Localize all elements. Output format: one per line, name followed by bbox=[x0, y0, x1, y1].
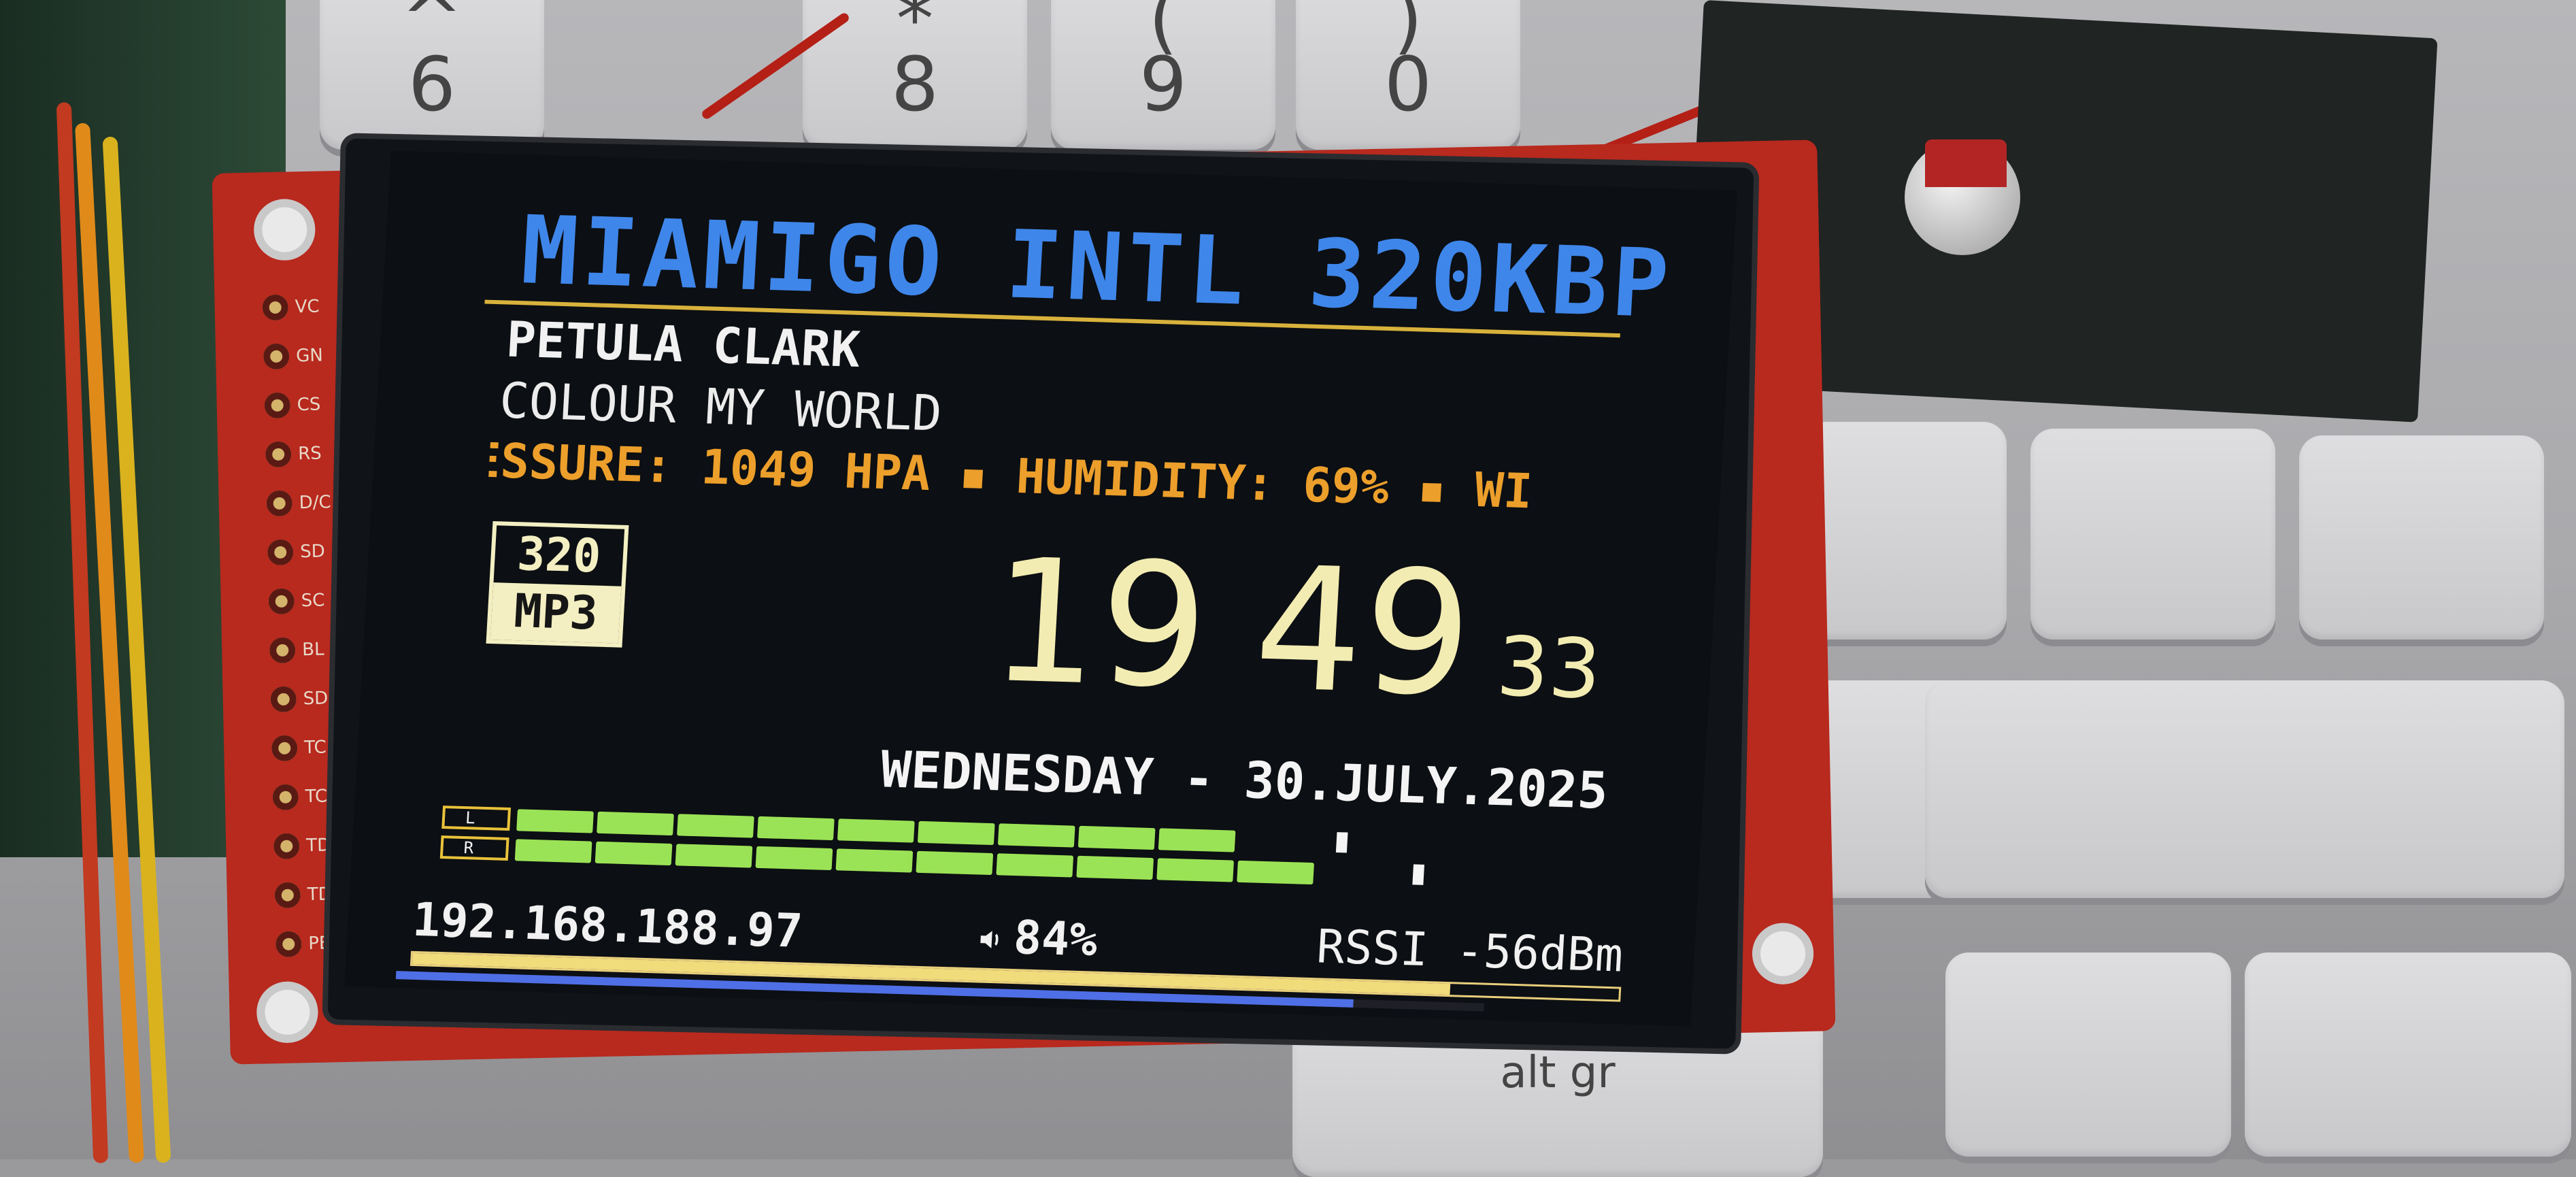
header-pin-label: RS bbox=[297, 443, 322, 465]
artist-name: PETULA CLARK bbox=[505, 310, 862, 378]
vu-segment bbox=[1237, 860, 1314, 885]
vu-segment bbox=[996, 853, 1074, 878]
header-pin-label: VC bbox=[295, 296, 320, 318]
clock-hours: 19 bbox=[986, 522, 1214, 727]
header-pin bbox=[269, 637, 296, 664]
weather-ticker: PRESSURE: 1049 HPA ▪ HUMIDITY: 69% ▪ WI bbox=[487, 433, 1606, 534]
header-pin-label: SC bbox=[301, 590, 325, 612]
key-enter bbox=[1925, 680, 2564, 898]
date-line: WEDNESDAY - 30.JULY.2025 bbox=[879, 740, 1610, 820]
vu-segment bbox=[675, 844, 753, 868]
key-6-label: ^ 6 bbox=[400, 0, 464, 128]
song-title: COLOUR MY WORLD bbox=[498, 371, 943, 442]
mount-hole-bottom-right bbox=[1752, 922, 1814, 985]
vu-segment bbox=[916, 850, 994, 876]
tft-screen: MIAMIGO INTL 320KBP PETULA CLARK COLOUR … bbox=[344, 150, 1737, 1027]
key-alt-gr-label: alt gr bbox=[1500, 1048, 1616, 1098]
vu-segment bbox=[677, 814, 754, 838]
vu-segment bbox=[1156, 858, 1235, 882]
weather-ticker-text: PRESSURE: 1049 HPA ▪ HUMIDITY: 69% ▪ WI bbox=[487, 432, 1534, 520]
vu-segment bbox=[837, 818, 915, 843]
vu-segment bbox=[757, 816, 835, 841]
header-pin-label: GN bbox=[295, 345, 324, 367]
key-mic bbox=[1945, 952, 2231, 1157]
header-pin bbox=[262, 294, 289, 321]
bitrate-badge: 320 MP3 bbox=[486, 521, 629, 648]
header-pin-label: TD bbox=[307, 884, 332, 906]
key-0: ) 0 bbox=[1296, 0, 1520, 150]
vu-meter: L R bbox=[439, 806, 1599, 914]
vu-segment bbox=[514, 839, 592, 863]
header-pin bbox=[266, 490, 293, 517]
header-pin bbox=[275, 931, 302, 958]
vu-segment bbox=[516, 809, 594, 833]
header-pin-label: CS bbox=[297, 394, 321, 416]
header-pin bbox=[264, 392, 291, 419]
vu-segment bbox=[597, 811, 674, 836]
mount-hole-bottom-left bbox=[256, 980, 319, 1044]
key-0-label: ) 0 bbox=[1384, 0, 1432, 128]
header-pin bbox=[263, 343, 290, 370]
header-pin bbox=[270, 686, 297, 713]
header-pin-label: SD bbox=[299, 541, 326, 563]
vu-segment bbox=[917, 820, 995, 846]
vu-segment bbox=[835, 848, 914, 873]
header-pin bbox=[271, 735, 298, 762]
ip-address: 192.168.188.97 bbox=[411, 893, 804, 959]
key-6: ^ 6 bbox=[320, 0, 544, 150]
header-pin-label: TD bbox=[305, 835, 331, 857]
clock: 19 49 33 bbox=[986, 522, 1607, 734]
format-label: MP3 bbox=[490, 582, 622, 644]
mount-hole-top-left bbox=[253, 198, 316, 261]
capacitor-sleeve bbox=[1925, 139, 2007, 187]
header-pin-label: BL bbox=[301, 639, 324, 661]
vu-segment bbox=[755, 846, 833, 871]
vu-label-right: R bbox=[439, 835, 509, 861]
clock-seconds: 33 bbox=[1494, 620, 1604, 718]
bitrate-value: 320 bbox=[516, 527, 603, 584]
vu-peak-left bbox=[1335, 832, 1348, 853]
header-pin bbox=[274, 882, 301, 909]
header-pin bbox=[272, 784, 299, 811]
vu-segment bbox=[1077, 825, 1156, 850]
clock-minutes: 49 bbox=[1250, 529, 1477, 734]
key-9-label: ( 9 bbox=[1139, 0, 1187, 128]
header-pin-label: SD bbox=[303, 688, 329, 710]
header-pin-label: TC bbox=[305, 786, 328, 808]
header-pin bbox=[268, 588, 295, 615]
header-pin-label: PE bbox=[307, 933, 331, 955]
speaker-icon bbox=[980, 931, 999, 949]
header-pin bbox=[265, 441, 292, 468]
volume-value: 84% bbox=[1012, 911, 1099, 967]
vu-segment bbox=[1076, 855, 1154, 880]
key-9: ( 9 bbox=[1051, 0, 1275, 150]
vu-segment bbox=[1158, 828, 1236, 852]
vu-label-left: L bbox=[441, 806, 512, 831]
key-right-5 bbox=[2245, 952, 2571, 1157]
vu-peak-right bbox=[1412, 864, 1425, 885]
header-pin bbox=[273, 833, 300, 860]
vu-segment bbox=[595, 841, 673, 866]
key-right-2 bbox=[2030, 429, 2275, 640]
vu-segment bbox=[997, 823, 1075, 848]
key-right-3 bbox=[2299, 435, 2544, 640]
header-pin-label: D/C bbox=[299, 492, 331, 514]
header-pin bbox=[267, 539, 294, 566]
rssi-readout: RSSI -56dBm bbox=[1315, 920, 1625, 983]
volume-indicator: 84% bbox=[975, 910, 1099, 967]
header-pin-label: TC bbox=[303, 737, 327, 759]
